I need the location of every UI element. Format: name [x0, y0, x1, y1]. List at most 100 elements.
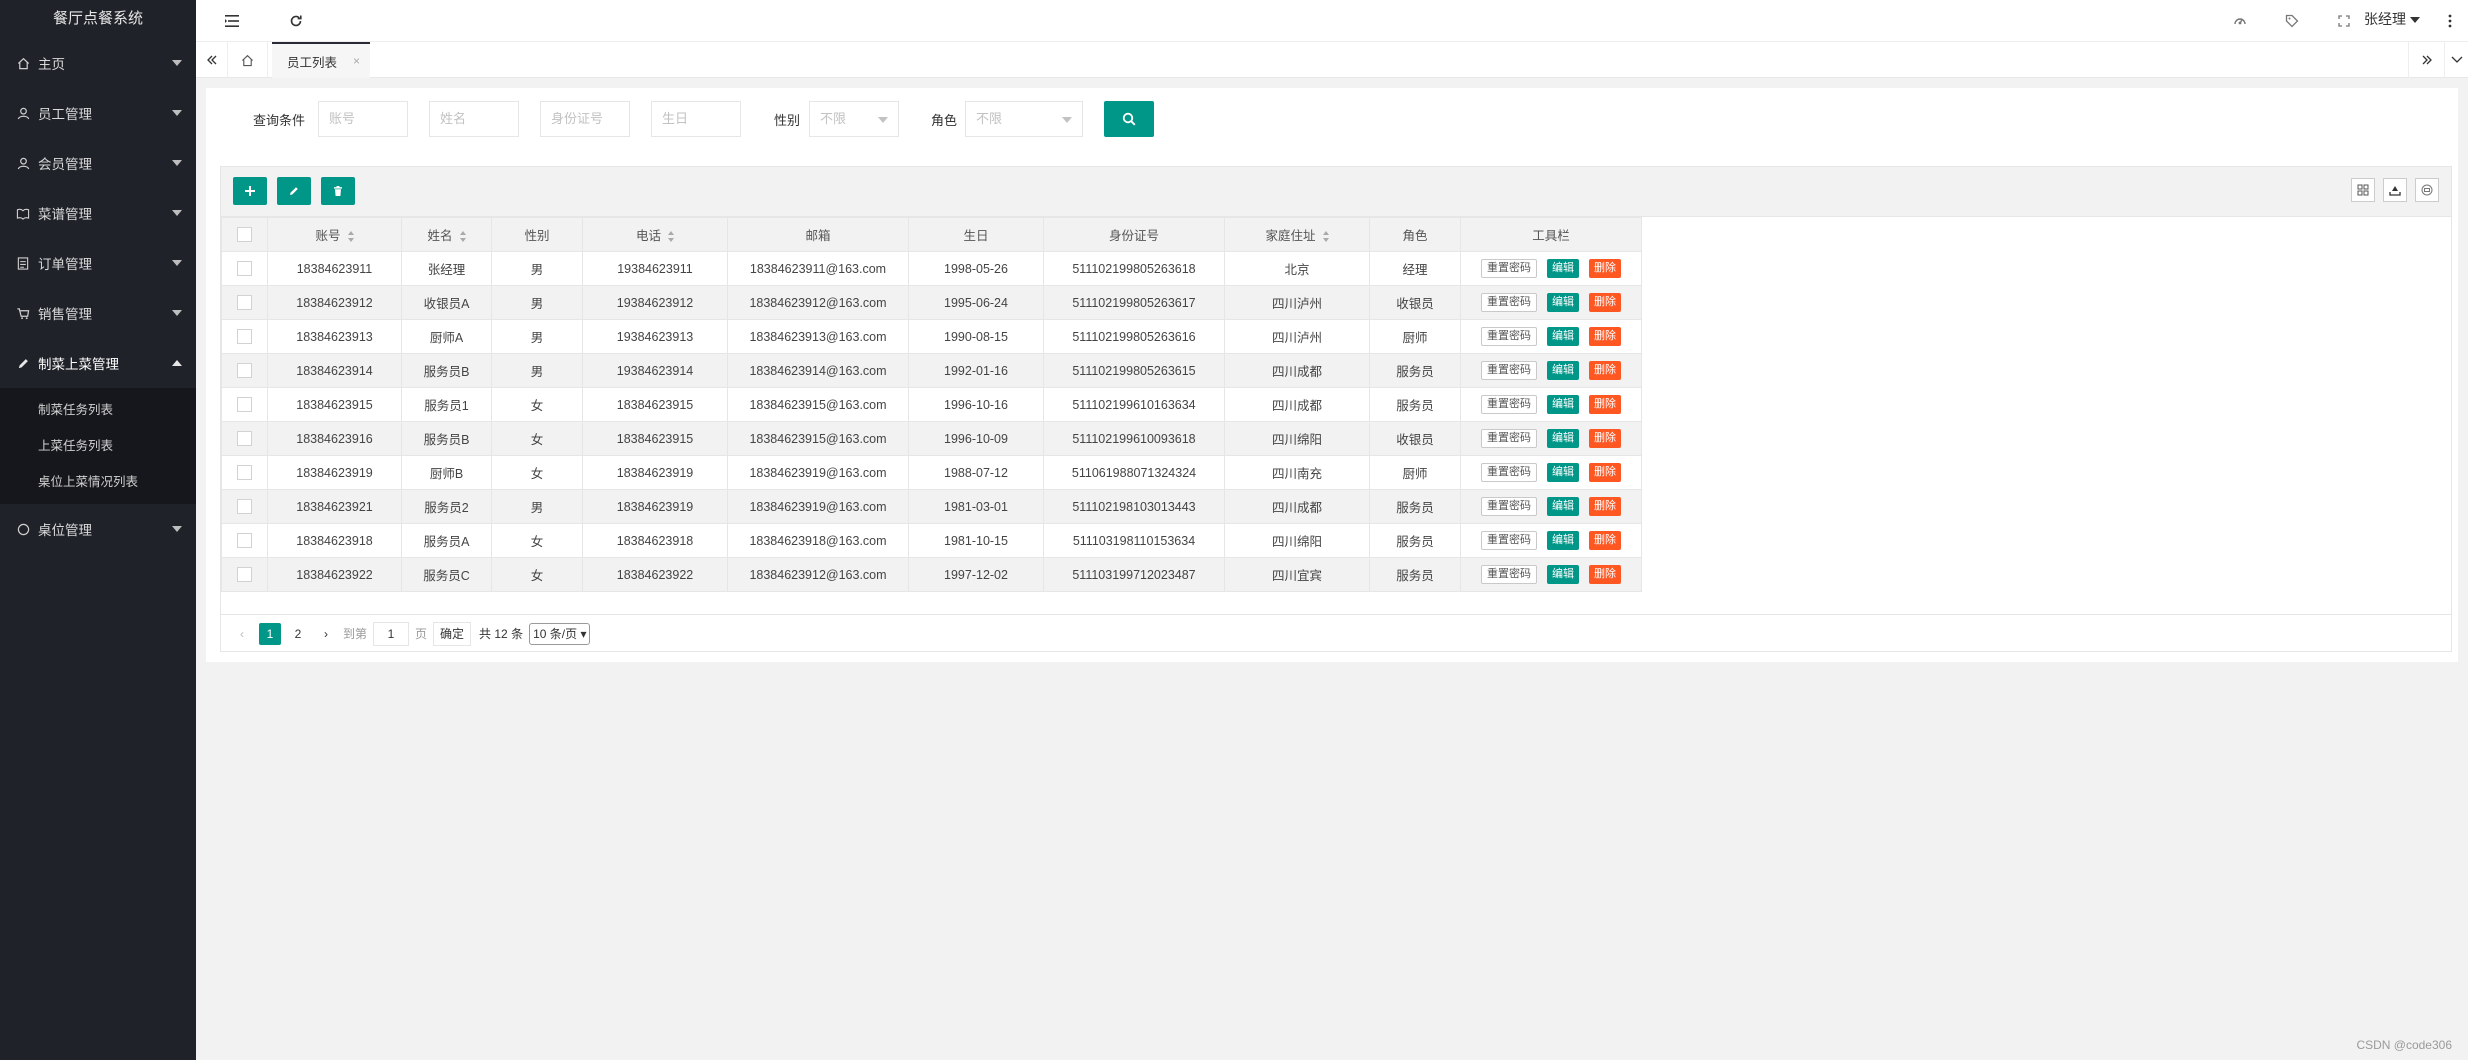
more-icon[interactable]: [2432, 0, 2468, 42]
cell-5: 1996-10-09: [908, 421, 1044, 456]
delete-button[interactable]: [321, 177, 355, 205]
cell-3: 18384623919: [582, 455, 728, 490]
edit-button[interactable]: [277, 177, 311, 205]
select-all-checkbox[interactable]: [221, 217, 268, 252]
gender-select[interactable]: 不限: [809, 101, 899, 137]
column-header-7[interactable]: 家庭住址: [1224, 217, 1370, 252]
sidebar-item-6[interactable]: 制菜上菜管理: [0, 338, 196, 388]
name-search-input[interactable]: 姓名: [429, 101, 519, 137]
sidebar-item-1[interactable]: 员工管理: [0, 88, 196, 138]
sort-icon[interactable]: [668, 231, 674, 243]
cell-7: 四川绵阳: [1224, 421, 1370, 456]
edit-row-button[interactable]: 编辑: [1547, 395, 1579, 414]
confirm-page-button[interactable]: 确定: [433, 621, 472, 646]
theme-icon[interactable]: [2222, 0, 2258, 42]
export-icon[interactable]: [2383, 178, 2407, 202]
submenu-item-2[interactable]: 桌位上菜情况列表: [0, 464, 196, 500]
print-icon[interactable]: [2415, 178, 2439, 202]
reset-password-button[interactable]: 重置密码: [1481, 259, 1537, 278]
delete-row-button[interactable]: 删除: [1589, 565, 1621, 584]
delete-row-button[interactable]: 删除: [1589, 463, 1621, 482]
sidebar-item-2[interactable]: 会员管理: [0, 138, 196, 188]
columns-filter-icon[interactable]: [2351, 178, 2375, 202]
column-header-0[interactable]: 账号: [267, 217, 402, 252]
row-checkbox[interactable]: [221, 455, 268, 490]
submenu-item-0[interactable]: 制菜任务列表: [0, 392, 196, 428]
delete-row-button[interactable]: 删除: [1589, 429, 1621, 448]
reset-password-button[interactable]: 重置密码: [1481, 429, 1537, 448]
cell-7: 四川宜宾: [1224, 557, 1370, 592]
tag-icon[interactable]: [2274, 0, 2310, 42]
sidebar-item-3[interactable]: 菜谱管理: [0, 188, 196, 238]
edit-row-button[interactable]: 编辑: [1547, 497, 1579, 516]
delete-row-button[interactable]: 删除: [1589, 327, 1621, 346]
delete-row-button[interactable]: 删除: [1589, 259, 1621, 278]
delete-row-button[interactable]: 删除: [1589, 497, 1621, 516]
birthday-search-input[interactable]: 生日: [651, 101, 741, 137]
tabs-scroll-left-icon[interactable]: [196, 42, 228, 78]
menu-toggle-icon[interactable]: [214, 0, 250, 42]
row-checkbox[interactable]: [221, 319, 268, 354]
account-search-input[interactable]: 账号: [318, 101, 408, 137]
edit-row-button[interactable]: 编辑: [1547, 259, 1579, 278]
edit-row-button[interactable]: 编辑: [1547, 429, 1579, 448]
page-2-button[interactable]: 2: [287, 623, 309, 645]
edit-row-button[interactable]: 编辑: [1547, 361, 1579, 380]
page-number-input[interactable]: 1: [373, 621, 410, 646]
tab-home-icon[interactable]: [228, 42, 268, 78]
sidebar-item-4[interactable]: 订单管理: [0, 238, 196, 288]
page-unit-label: 页: [415, 627, 428, 641]
column-header-1[interactable]: 姓名: [401, 217, 492, 252]
sidebar-item-7[interactable]: 桌位管理: [0, 504, 196, 554]
edit-row-button[interactable]: 编辑: [1547, 565, 1579, 584]
tabs-scroll-right-icon[interactable]: [2408, 42, 2444, 78]
edit-row-button[interactable]: 编辑: [1547, 293, 1579, 312]
reset-password-button[interactable]: 重置密码: [1481, 463, 1537, 482]
sort-icon[interactable]: [347, 231, 354, 243]
reset-password-button[interactable]: 重置密码: [1481, 293, 1537, 312]
submenu-item-1[interactable]: 上菜任务列表: [0, 428, 196, 464]
tab-close-icon[interactable]: ×: [353, 54, 360, 68]
row-checkbox[interactable]: [221, 523, 268, 558]
fullscreen-icon[interactable]: [2326, 0, 2362, 42]
page-size-select[interactable]: 10 条/页 ▾: [529, 622, 591, 645]
user-menu[interactable]: 张经理: [2364, 0, 2420, 38]
delete-row-button[interactable]: 删除: [1589, 293, 1621, 312]
reset-password-button[interactable]: 重置密码: [1481, 565, 1537, 584]
row-checkbox[interactable]: [221, 489, 268, 524]
next-page-icon[interactable]: ›: [315, 623, 337, 645]
edit-row-button[interactable]: 编辑: [1547, 531, 1579, 550]
edit-row-button[interactable]: 编辑: [1547, 327, 1579, 346]
page-1-button[interactable]: 1: [259, 622, 281, 645]
reset-password-button[interactable]: 重置密码: [1481, 531, 1537, 550]
sidebar: 餐厅点餐系统 主页 员工管理 会员管理 菜谱管理 订单管理 销售管理 制菜上菜管理 制菜任务列…: [0, 0, 196, 1060]
delete-row-button[interactable]: 删除: [1589, 531, 1621, 550]
sidebar-item-5[interactable]: 销售管理: [0, 288, 196, 338]
add-button[interactable]: [233, 177, 267, 205]
row-checkbox[interactable]: [221, 353, 268, 388]
tabs-menu-chevron-down-icon[interactable]: [2444, 42, 2468, 78]
prev-page-icon[interactable]: ‹: [231, 623, 253, 645]
column-header-3[interactable]: 电话: [582, 217, 728, 252]
reset-password-button[interactable]: 重置密码: [1481, 327, 1537, 346]
delete-row-button[interactable]: 删除: [1589, 361, 1621, 380]
row-checkbox[interactable]: [221, 557, 268, 592]
reset-password-button[interactable]: 重置密码: [1481, 395, 1537, 414]
column-header-6: 身份证号: [1043, 217, 1225, 252]
row-checkbox[interactable]: [221, 387, 268, 422]
sort-icon[interactable]: [1322, 231, 1329, 243]
search-button[interactable]: [1104, 101, 1154, 137]
tab-employee-list[interactable]: 员工列表 ×: [272, 42, 370, 78]
role-select[interactable]: 不限: [965, 101, 1083, 137]
sidebar-item-0[interactable]: 主页: [0, 38, 196, 88]
row-checkbox[interactable]: [221, 421, 268, 456]
refresh-icon[interactable]: [278, 0, 314, 42]
row-checkbox[interactable]: [221, 285, 268, 320]
id-number-search-input[interactable]: 身份证号: [540, 101, 630, 137]
edit-row-button[interactable]: 编辑: [1547, 463, 1579, 482]
reset-password-button[interactable]: 重置密码: [1481, 361, 1537, 380]
row-checkbox[interactable]: [221, 251, 268, 286]
sort-icon[interactable]: [459, 231, 466, 243]
reset-password-button[interactable]: 重置密码: [1481, 497, 1537, 516]
delete-row-button[interactable]: 删除: [1589, 395, 1621, 414]
